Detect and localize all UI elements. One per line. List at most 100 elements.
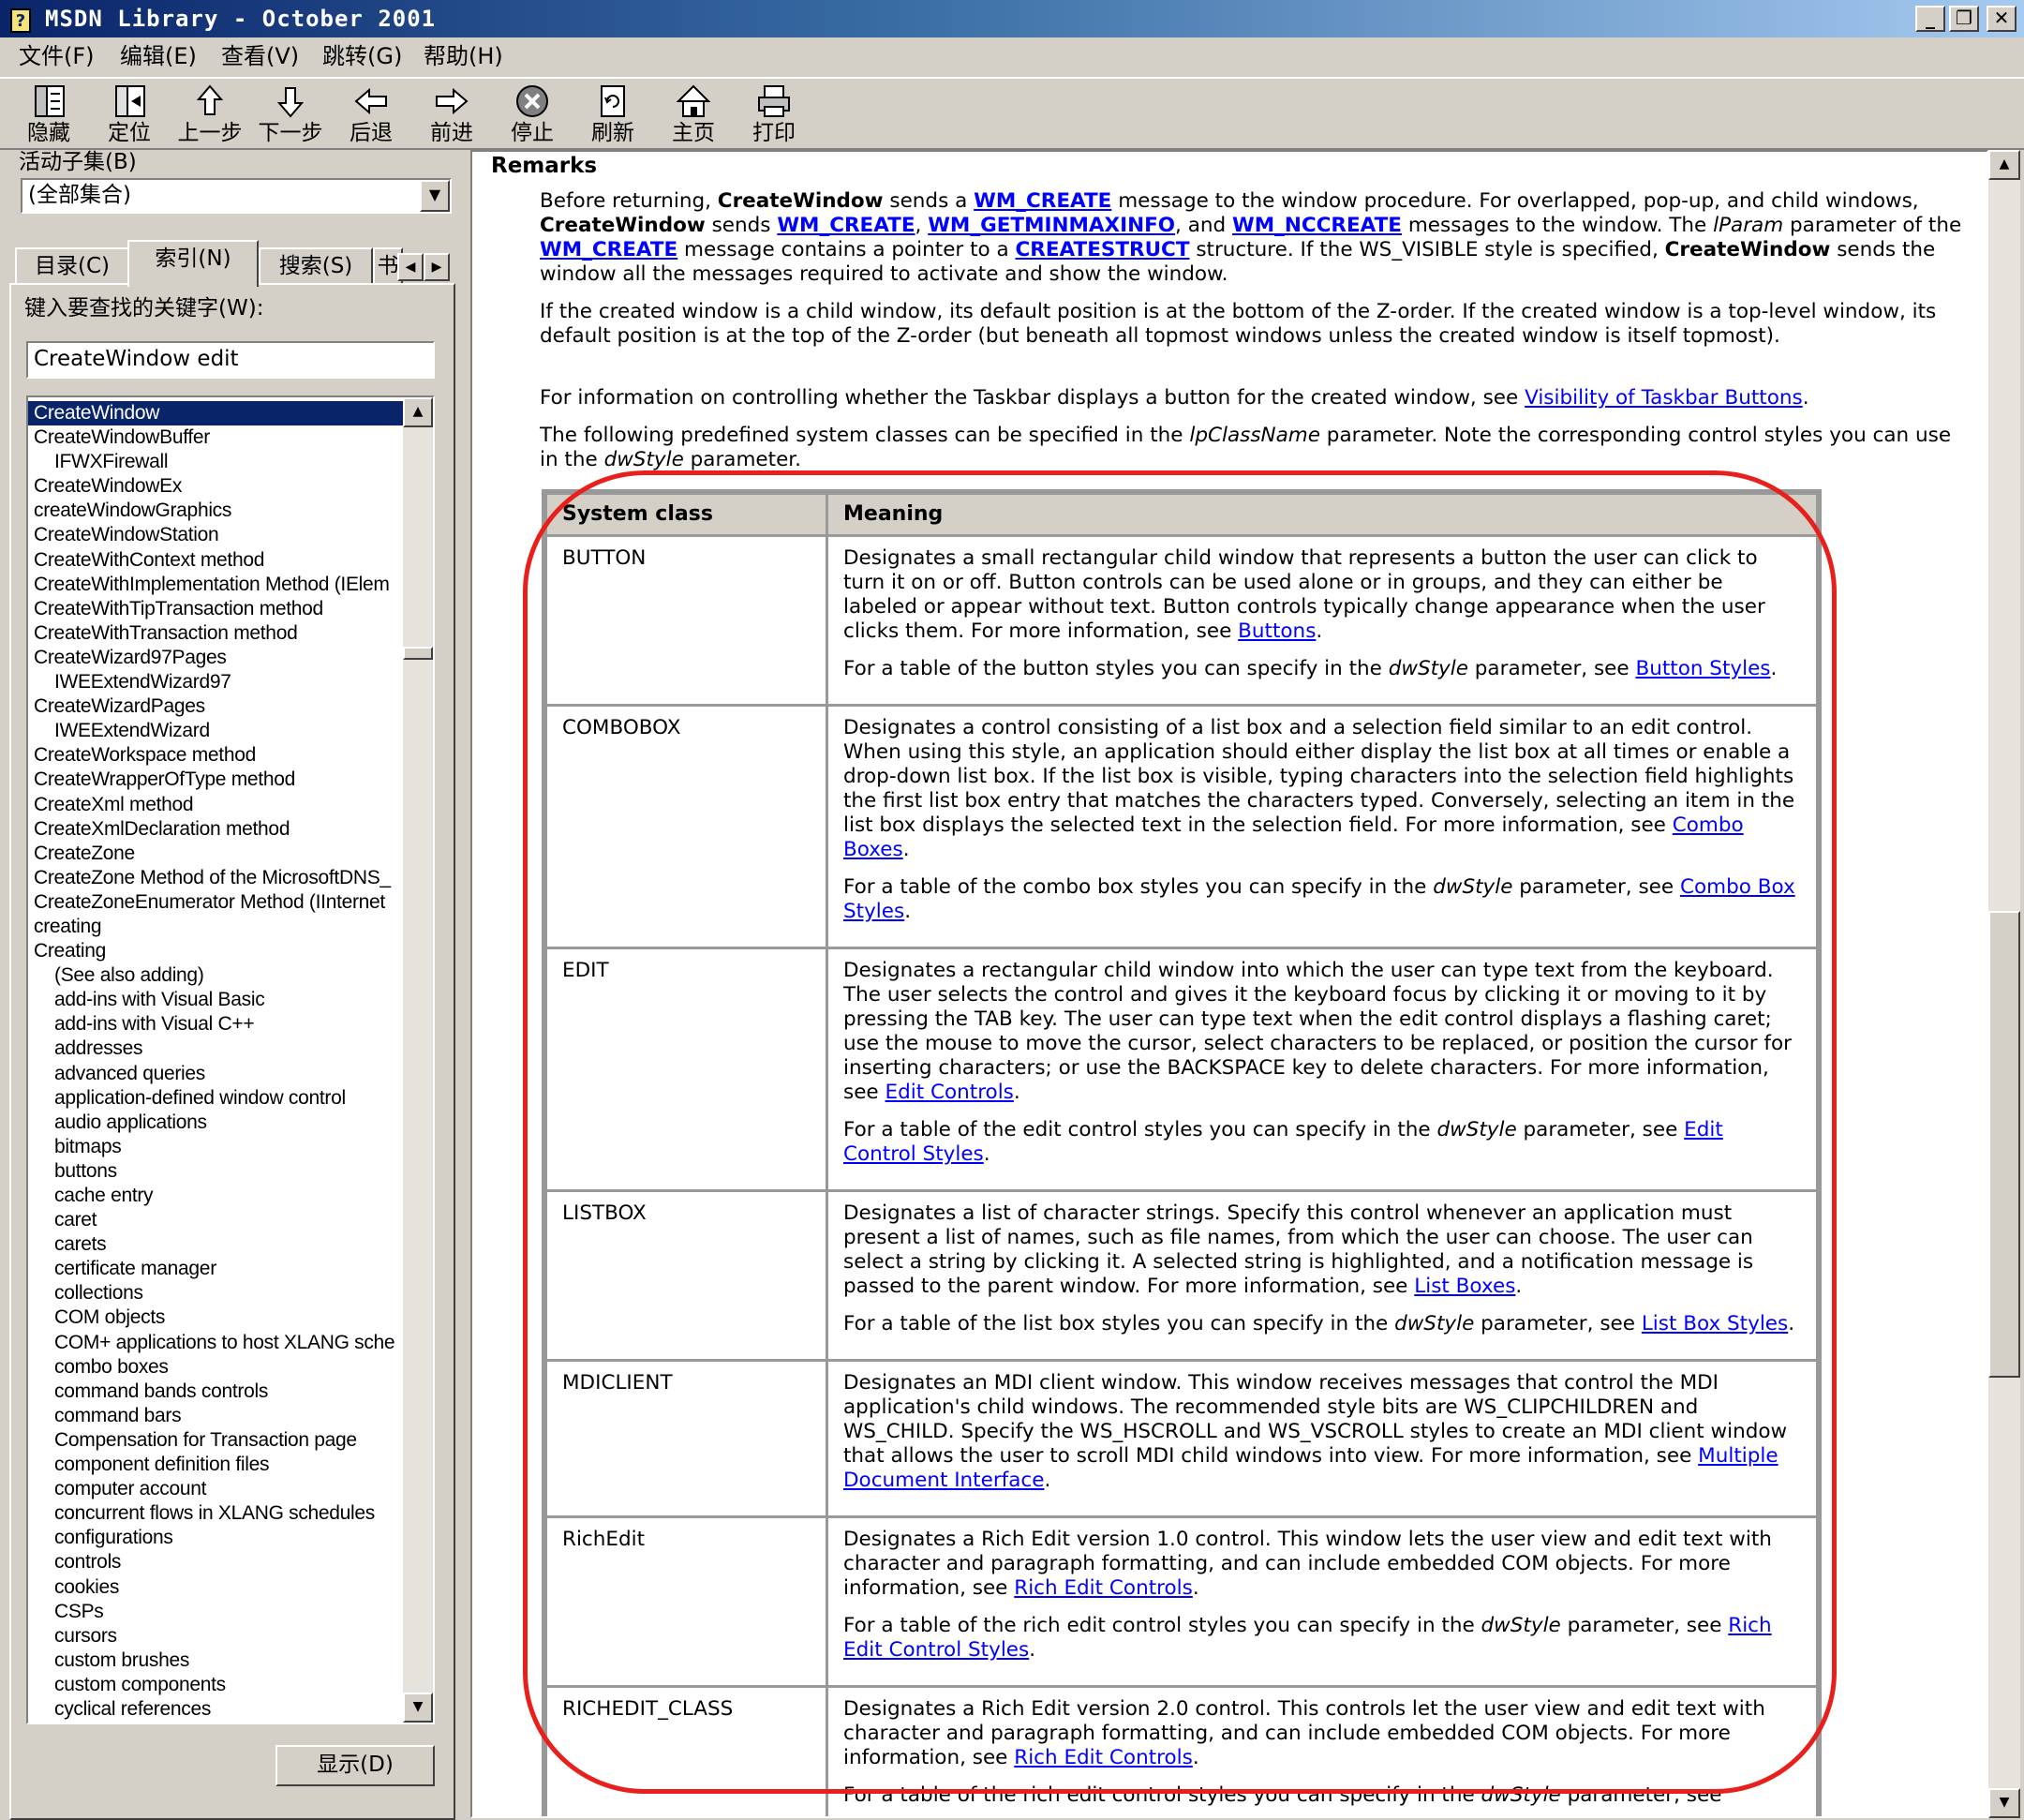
index-list-item[interactable]: createWindowGraphics bbox=[28, 499, 403, 523]
index-list-item[interactable]: bitmaps bbox=[28, 1135, 403, 1159]
index-list-item[interactable]: configurations bbox=[28, 1526, 403, 1550]
index-list-item[interactable]: addresses bbox=[28, 1037, 403, 1061]
tab-contents[interactable]: 目录(C) bbox=[15, 247, 129, 285]
index-list-item[interactable]: command bands controls bbox=[28, 1380, 403, 1404]
index-list-item[interactable]: component definition files bbox=[28, 1453, 403, 1477]
content-scroll-down-icon[interactable]: ▼ bbox=[1988, 1788, 2020, 1818]
inline-link[interactable]: Button Styles bbox=[1635, 657, 1770, 680]
chevron-down-icon[interactable]: ▼ bbox=[420, 180, 450, 212]
index-list-item[interactable]: Compensation for Transaction page bbox=[28, 1428, 403, 1453]
index-list-item[interactable]: CreateZone Method of the MicrosoftDNS_ bbox=[28, 866, 403, 890]
inline-link[interactable]: List Boxes bbox=[1414, 1275, 1515, 1298]
index-list-item[interactable]: CreateWindowBuffer bbox=[28, 425, 403, 450]
toolbar-home-button[interactable]: 主页 bbox=[656, 82, 731, 150]
menu-file[interactable]: 文件(F) bbox=[19, 41, 95, 71]
index-list[interactable]: CreateWindow CreateWindowBuffer IFWXFirewa… bbox=[26, 395, 435, 1724]
scroll-thumb[interactable] bbox=[403, 647, 433, 660]
index-list-item[interactable]: CreateWithContext method bbox=[28, 548, 403, 573]
content-scroll-up-icon[interactable]: ▲ bbox=[1988, 150, 2020, 180]
active-subset-select[interactable]: (全部集合) ▼ bbox=[21, 178, 452, 214]
pane-splitter[interactable] bbox=[459, 150, 470, 1820]
toolbar-next-button[interactable]: 下一步 bbox=[253, 82, 328, 150]
keyword-input[interactable]: CreateWindow edit bbox=[26, 341, 435, 379]
inline-link[interactable]: Rich Edit Controls bbox=[1014, 1576, 1193, 1600]
inline-link[interactable]: List Box Styles bbox=[1642, 1312, 1788, 1335]
scroll-down-icon[interactable]: ▼ bbox=[403, 1693, 433, 1723]
index-list-item[interactable]: CreateWorkspace method bbox=[28, 743, 403, 768]
inline-link[interactable]: Rich Edit Controls bbox=[1014, 1746, 1193, 1769]
tab-scroll-left-icon[interactable]: ◀ bbox=[397, 253, 424, 281]
index-list-item[interactable]: custom brushes bbox=[28, 1648, 403, 1673]
content-scroll-thumb[interactable] bbox=[1988, 911, 2020, 1378]
index-list-item[interactable]: combo boxes bbox=[28, 1355, 403, 1380]
index-list-item[interactable]: CreateWrapperOfType method bbox=[28, 768, 403, 792]
menu-go[interactable]: 跳转(G) bbox=[322, 41, 402, 71]
index-list-item[interactable]: CreateWithTipTransaction method bbox=[28, 597, 403, 621]
tab-index[interactable]: 索引(N) bbox=[127, 240, 259, 287]
index-list-item[interactable]: CreateZoneEnumerator Method (IInternet bbox=[28, 890, 403, 915]
index-list-item[interactable]: CreateWindowEx bbox=[28, 474, 403, 499]
index-list-item[interactable]: add-ins with Visual Basic bbox=[28, 988, 403, 1012]
title-bar[interactable]: ? MSDN Library - October 2001 _ ❐ ✕ bbox=[0, 0, 2024, 37]
index-list-item[interactable]: cache entry bbox=[28, 1184, 403, 1208]
index-list-item[interactable]: CreateWizardPages bbox=[28, 694, 403, 719]
index-list-item[interactable]: add-ins with Visual C++ bbox=[28, 1012, 403, 1037]
index-list-item[interactable]: COM objects bbox=[28, 1305, 403, 1330]
close-button[interactable]: ✕ bbox=[1987, 6, 2017, 32]
inline-link[interactable]: Visibility of Taskbar Buttons bbox=[1525, 386, 1803, 410]
index-list-item[interactable]: carets bbox=[28, 1232, 403, 1257]
toolbar-back-button[interactable]: 后退 bbox=[334, 82, 409, 150]
minimize-button[interactable]: _ bbox=[1915, 6, 1945, 32]
index-list-item[interactable]: CreateWithTransaction method bbox=[28, 621, 403, 646]
inline-link[interactable]: CREATESTRUCT bbox=[1016, 238, 1190, 261]
index-list-item[interactable]: (See also adding) bbox=[28, 963, 403, 988]
index-list-item[interactable]: cookies bbox=[28, 1575, 403, 1600]
toolbar-hide-button[interactable]: 隐藏 bbox=[11, 82, 86, 150]
index-list-item[interactable]: CreateXml method bbox=[28, 793, 403, 817]
toolbar-forward-button[interactable]: 前进 bbox=[414, 82, 489, 150]
index-list-item[interactable]: collections bbox=[28, 1281, 403, 1305]
index-list-item[interactable]: IWEExtendWizard bbox=[28, 719, 403, 743]
menu-edit[interactable]: 编辑(E) bbox=[120, 41, 197, 71]
index-list-item[interactable]: audio applications bbox=[28, 1111, 403, 1135]
menu-help[interactable]: 帮助(H) bbox=[424, 41, 503, 71]
restore-button[interactable]: ❐ bbox=[1949, 6, 1979, 32]
inline-link[interactable]: Buttons bbox=[1238, 619, 1316, 643]
index-list-item[interactable]: IWEExtendWizard97 bbox=[28, 670, 403, 694]
index-list-item[interactable]: cyclical references bbox=[28, 1697, 403, 1722]
inline-link[interactable]: Edit Controls bbox=[886, 1081, 1014, 1104]
index-list-item[interactable]: buttons bbox=[28, 1159, 403, 1184]
inline-link[interactable]: WM_NCCREATE bbox=[1232, 214, 1402, 237]
index-list-item[interactable]: IFWXFirewall bbox=[28, 450, 403, 474]
display-button[interactable]: 显示(D) bbox=[275, 1745, 435, 1786]
inline-link[interactable]: WM_CREATE bbox=[777, 214, 915, 237]
index-list-item[interactable]: CreateWindow bbox=[28, 401, 403, 426]
scroll-up-icon[interactable]: ▲ bbox=[403, 397, 433, 427]
index-list-item[interactable]: CreateXmlDeclaration method bbox=[28, 817, 403, 842]
index-list-item[interactable]: certificate manager bbox=[28, 1257, 403, 1281]
index-list-item[interactable]: creating bbox=[28, 915, 403, 939]
index-list-item[interactable]: advanced queries bbox=[28, 1062, 403, 1086]
index-list-item[interactable]: application-defined window control bbox=[28, 1086, 403, 1111]
inline-link[interactable]: WM_CREATE bbox=[540, 238, 677, 261]
index-list-item[interactable]: CreateZone bbox=[28, 842, 403, 866]
index-list-item[interactable]: controls bbox=[28, 1550, 403, 1574]
index-list-item[interactable]: command bars bbox=[28, 1404, 403, 1428]
inline-link[interactable]: WM_GETMINMAXINFO bbox=[928, 214, 1175, 237]
toolbar-print-button[interactable]: 打印 bbox=[737, 82, 811, 150]
toolbar-refresh-button[interactable]: 刷新 bbox=[575, 82, 650, 150]
index-list-item[interactable]: computer account bbox=[28, 1477, 403, 1501]
index-list-item[interactable]: Data Source Name (DSN) bbox=[28, 1722, 403, 1723]
index-list-item[interactable]: caret bbox=[28, 1208, 403, 1232]
tab-search[interactable]: 搜索(S) bbox=[259, 247, 373, 285]
index-list-item[interactable]: COM+ applications to host XLANG sche bbox=[28, 1331, 403, 1355]
toolbar-previous-button[interactable]: 上一步 bbox=[172, 82, 247, 150]
index-list-item[interactable]: Creating bbox=[28, 939, 403, 963]
toolbar-stop-button[interactable]: 停止 bbox=[495, 82, 570, 150]
index-list-scrollbar[interactable]: ▲ ▼ bbox=[403, 397, 433, 1723]
index-list-item[interactable]: CSPs bbox=[28, 1600, 403, 1624]
index-list-item[interactable]: concurrent flows in XLANG schedules bbox=[28, 1501, 403, 1526]
content-scrollbar[interactable]: ▲ ▼ bbox=[1988, 150, 2020, 1818]
index-list-item[interactable]: cursors bbox=[28, 1624, 403, 1648]
tab-scroll-right-icon[interactable]: ▶ bbox=[424, 253, 450, 281]
